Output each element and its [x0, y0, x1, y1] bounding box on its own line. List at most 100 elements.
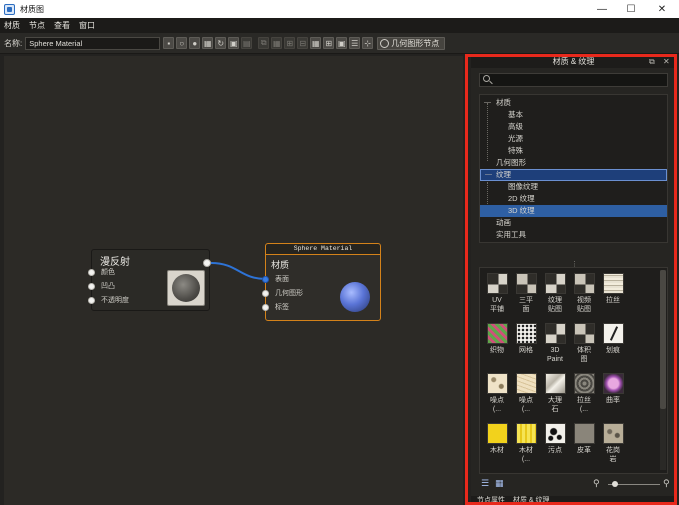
tile-uv-tiling[interactable]: UV 平铺 [485, 273, 509, 319]
tile-noise-1[interactable]: 噪点 (... [485, 373, 509, 419]
material-graph-window: 材质图 — ☐ ✕ 材质 节点 查看 窗口 名称: Sphere Materia… [0, 0, 679, 505]
texture-map-swatch [544, 273, 566, 294]
scratches-swatch [602, 323, 624, 344]
input-pin-icon[interactable] [262, 275, 269, 283]
diffuse-node[interactable]: 漫反射 颜色 凹凸 不透明度 [88, 249, 210, 311]
material-input-geometry[interactable]: 几何图形 [262, 288, 303, 298]
marble-swatch [544, 373, 566, 394]
tree-item-3d-textures[interactable]: 3D 纹理 [480, 205, 667, 217]
tile-fabric[interactable]: 织物 [485, 323, 509, 369]
tree-item-geometry[interactable]: 几何图形 [480, 157, 667, 169]
input-label: 不透明度 [101, 297, 129, 304]
diffuse-input-color[interactable]: 颜色 [88, 267, 115, 277]
rock-texture-preview [172, 274, 200, 302]
input-label: 颜色 [101, 269, 115, 276]
input-pin-icon[interactable] [262, 303, 269, 311]
input-label: 凹凸 [101, 283, 115, 290]
input-pin-icon[interactable] [88, 268, 95, 276]
input-pin-icon[interactable] [262, 289, 269, 297]
tile-stain[interactable]: 污点 [543, 423, 567, 469]
mesh-swatch [515, 323, 537, 344]
panel-header: 材质 & 纹理 ⧉ ✕ [471, 56, 676, 68]
granite-swatch [602, 423, 624, 444]
material-input-tags[interactable]: 标签 [262, 302, 289, 312]
materials-textures-panel: 材质 & 纹理 ⧉ ✕ — 材质 基本 高级 光源 特殊 几何图形 — 纹理 图… [471, 56, 676, 505]
diffuse-node-title: 漫反射 [100, 257, 130, 268]
tile-marble[interactable]: 大理 石 [543, 373, 567, 419]
brushed-swatch [602, 273, 624, 294]
tree-item-image-textures[interactable]: 图像纹理 [480, 181, 667, 193]
connection-wire [210, 262, 267, 280]
material-preview-sphere [340, 282, 370, 312]
fabric-swatch [486, 323, 508, 344]
material-input-surface[interactable]: 表面 [262, 274, 289, 284]
tile-noise-2[interactable]: 噪点 (... [514, 373, 538, 419]
video-map-swatch [573, 273, 595, 294]
panel-title: 材质 & 纹理 [552, 57, 595, 66]
input-pin-icon[interactable] [88, 296, 95, 304]
tree-item-light[interactable]: 光源 [480, 133, 667, 145]
tile-leather[interactable]: 皮革 [572, 423, 596, 469]
volume-map-swatch [573, 323, 595, 344]
tile-3d-paint[interactable]: 3D Paint [543, 323, 567, 369]
tile-curvature[interactable]: 曲率 [601, 373, 625, 419]
input-label: 标签 [275, 304, 289, 311]
input-pin-icon[interactable] [88, 282, 95, 290]
panel-search-input[interactable] [479, 73, 668, 87]
tree-item-materials[interactable]: — 材质 [480, 97, 667, 109]
triplanar-swatch [515, 273, 537, 294]
3d-paint-swatch [544, 323, 566, 344]
zoom-in-icon[interactable]: ⚲ [663, 478, 670, 489]
grid-scrollbar[interactable] [660, 270, 666, 470]
tile-video-map[interactable]: 视频 贴图 [572, 273, 596, 319]
brushed-swirl-swatch [573, 373, 595, 394]
panel-tabs: 节点属性 材质 & 纹理 [471, 496, 676, 505]
tree-item-2d-textures[interactable]: 2D 纹理 [480, 193, 667, 205]
material-node-title: 材质 [271, 260, 290, 270]
tile-wood[interactable]: 木材 [485, 423, 509, 469]
diffuse-preview-thumbnail [167, 270, 205, 306]
diffuse-input-bump[interactable]: 凹凸 [88, 281, 115, 291]
grid-scrollbar-thumb[interactable] [660, 270, 666, 409]
tile-triplanar[interactable]: 三平 面 [514, 273, 538, 319]
tile-brushed-2[interactable]: 拉丝 (... [572, 373, 596, 419]
tab-node-properties[interactable]: 节点属性 [477, 497, 505, 504]
stain-swatch [544, 423, 566, 444]
material-node-header: Sphere Material [266, 244, 380, 255]
tile-volume-map[interactable]: 体积 图 [572, 323, 596, 369]
tree-item-textures[interactable]: — 纹理 [480, 169, 667, 181]
tree-item-basic[interactable]: 基本 [480, 109, 667, 121]
tile-granite[interactable]: 花岗 岩 [601, 423, 625, 469]
texture-grid: UV 平铺 三平 面 纹理 贴图 视频 贴图 拉丝 织物 网格 3D Paint… [479, 267, 668, 474]
wood-swatch [515, 423, 537, 444]
material-node[interactable]: Sphere Material 材质 表面 几何图形 标签 [262, 243, 381, 321]
zoom-out-icon[interactable]: ⚲ [593, 478, 600, 489]
tree-item-utilities[interactable]: 实用工具 [480, 229, 667, 241]
input-label: 表面 [275, 276, 289, 283]
diffuse-input-opacity[interactable]: 不透明度 [88, 295, 129, 305]
tree-item-special[interactable]: 特殊 [480, 145, 667, 157]
list-view-icon[interactable]: ☰ [481, 478, 489, 489]
wood-swatch [486, 423, 508, 444]
tile-texture-map[interactable]: 纹理 贴图 [543, 273, 567, 319]
noise-swatch [515, 373, 537, 394]
zoom-slider-handle[interactable] [612, 481, 618, 487]
tile-wood-2[interactable]: 木材 (... [514, 423, 538, 469]
tree-item-advanced[interactable]: 高级 [480, 121, 667, 133]
noise-swatch [486, 373, 508, 394]
diffuse-output-pin[interactable] [203, 259, 211, 267]
curvature-swatch [602, 373, 624, 394]
close-panel-icon[interactable]: ✕ [663, 56, 670, 68]
tab-materials-textures[interactable]: 材质 & 纹理 [513, 497, 550, 504]
panel-footer: ☰ ▦ ⚲ ⚲ [471, 476, 676, 492]
uv-tiling-swatch [486, 273, 508, 294]
tile-brushed[interactable]: 拉丝 [601, 273, 625, 319]
grid-view-icon[interactable]: ▦ [495, 478, 504, 489]
input-label: 几何图形 [275, 290, 303, 297]
tile-mesh[interactable]: 网格 [514, 323, 538, 369]
category-tree: — 材质 基本 高级 光源 特殊 几何图形 — 纹理 图像纹理 2D 纹理 3D… [479, 94, 668, 243]
tile-scratches[interactable]: 划痕 [601, 323, 625, 369]
tree-item-animation[interactable]: 动画 [480, 217, 667, 229]
float-panel-icon[interactable]: ⧉ [649, 56, 655, 68]
search-icon [483, 75, 490, 82]
